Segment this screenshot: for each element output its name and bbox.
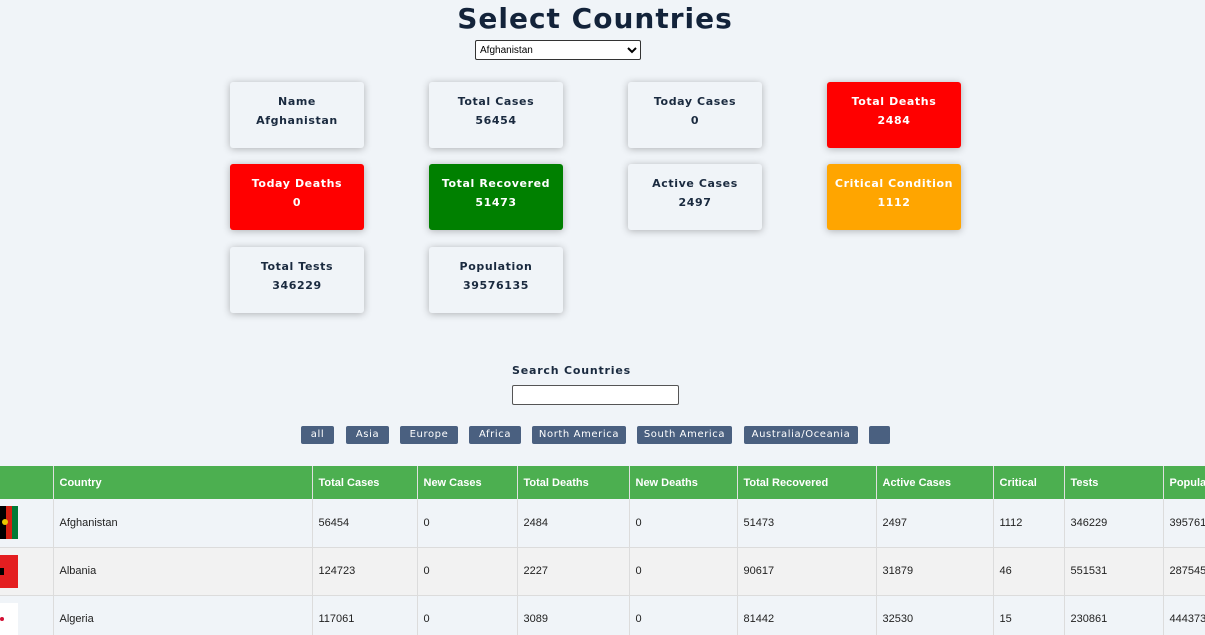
card-value: 2497 — [678, 196, 712, 209]
population-cell: 2875456 — [1163, 547, 1205, 596]
card-label: Critical Condition — [834, 177, 954, 190]
flag-albania-icon — [0, 554, 18, 588]
card-label: Total Recovered — [441, 177, 551, 190]
filter-europe-button[interactable]: Europe — [400, 426, 458, 444]
card-value: 1112 — [877, 196, 911, 209]
critical-cell: 46 — [993, 547, 1065, 596]
page-title: Select Countries — [457, 2, 733, 35]
card-label: Total Cases — [457, 95, 535, 108]
column-header-country[interactable]: Country — [53, 466, 313, 499]
filter-australia-oceania-button[interactable]: Australia/Oceania — [744, 426, 858, 444]
flag-afghanistan-icon — [0, 506, 18, 540]
card-value: 51473 — [475, 196, 517, 209]
countries-table-wrapper: Country Total Cases New Cases Total Deat… — [0, 466, 1205, 635]
filter-south-america-button[interactable]: South America — [637, 426, 732, 444]
name-card: Name Afghanistan — [230, 82, 364, 148]
new-deaths-cell: 0 — [629, 499, 738, 548]
column-header-flag — [0, 466, 54, 499]
total-cases-cell: 117061 — [312, 595, 418, 635]
card-value: 39576135 — [462, 279, 530, 292]
total-cases-card: Total Cases 56454 — [429, 82, 563, 148]
today-deaths-card: Today Deaths 0 — [230, 164, 364, 230]
card-value: Afghanistan — [256, 114, 338, 127]
column-header-total-cases[interactable]: Total Cases — [312, 466, 418, 499]
flag-cell — [0, 547, 54, 596]
total-deaths-cell: 2484 — [517, 499, 630, 548]
total-deaths-cell: 3089 — [517, 595, 630, 635]
card-label: Today Deaths — [251, 177, 343, 190]
country-cell: Afghanistan — [53, 499, 313, 548]
card-value: 56454 — [475, 114, 517, 127]
tests-cell: 551531 — [1064, 547, 1164, 596]
country-cell: Algeria — [53, 595, 313, 635]
card-label: Today Cases — [653, 95, 737, 108]
total-recovered-cell: 51473 — [737, 499, 877, 548]
filter-all-button[interactable]: all — [301, 426, 334, 444]
column-header-new-deaths[interactable]: New Deaths — [629, 466, 738, 499]
table-row[interactable]: Afghanistan 56454 0 2484 0 51473 2497 11… — [0, 499, 1205, 548]
tests-cell: 346229 — [1064, 499, 1164, 548]
population-cell: 39576135 — [1163, 499, 1205, 548]
new-deaths-cell: 0 — [629, 547, 738, 596]
active-cases-cell: 31879 — [876, 547, 994, 596]
card-value: 346229 — [272, 279, 322, 292]
column-header-critical[interactable]: Critical — [993, 466, 1065, 499]
column-header-active-cases[interactable]: Active Cases — [876, 466, 994, 499]
search-input[interactable] — [512, 385, 679, 405]
total-tests-card: Total Tests 346229 — [230, 247, 364, 313]
critical-cell: 1112 — [993, 499, 1065, 548]
countries-table: Country Total Cases New Cases Total Deat… — [0, 466, 1205, 635]
card-value: 0 — [292, 196, 302, 209]
card-label: Population — [459, 260, 533, 273]
today-cases-card: Today Cases 0 — [628, 82, 762, 148]
total-deaths-cell: 2227 — [517, 547, 630, 596]
new-cases-cell: 0 — [417, 547, 518, 596]
card-value: 2484 — [877, 114, 911, 127]
card-label: Active Cases — [652, 177, 738, 190]
total-recovered-card: Total Recovered 51473 — [429, 164, 563, 230]
filter-asia-button[interactable]: Asia — [346, 426, 389, 444]
total-cases-cell: 56454 — [312, 499, 418, 548]
card-label: Total Deaths — [851, 95, 937, 108]
new-deaths-cell: 0 — [629, 595, 738, 635]
column-header-total-recovered[interactable]: Total Recovered — [737, 466, 877, 499]
filter-africa-button[interactable]: Africa — [469, 426, 521, 444]
table-row[interactable]: Algeria 117061 0 3089 0 81442 32530 15 2… — [0, 595, 1205, 635]
population-card: Population 39576135 — [429, 247, 563, 313]
flag-algeria-icon — [0, 602, 18, 635]
column-header-new-cases[interactable]: New Cases — [417, 466, 518, 499]
tests-cell: 230861 — [1064, 595, 1164, 635]
search-label: Search Countries — [512, 364, 631, 377]
total-recovered-cell: 90617 — [737, 547, 877, 596]
critical-cell: 15 — [993, 595, 1065, 635]
card-label: Name — [278, 95, 316, 108]
total-cases-cell: 124723 — [312, 547, 418, 596]
population-cell: 44437320 — [1163, 595, 1205, 635]
flag-cell — [0, 595, 54, 635]
new-cases-cell: 0 — [417, 595, 518, 635]
country-select[interactable]: Afghanistan — [475, 40, 641, 60]
flag-cell — [0, 499, 54, 548]
total-deaths-card: Total Deaths 2484 — [827, 82, 961, 148]
active-cases-cell: 2497 — [876, 499, 994, 548]
card-value: 0 — [690, 114, 700, 127]
filter-north-america-button[interactable]: North America — [532, 426, 626, 444]
column-header-total-deaths[interactable]: Total Deaths — [517, 466, 630, 499]
card-label: Total Tests — [260, 260, 334, 273]
new-cases-cell: 0 — [417, 499, 518, 548]
active-cases-cell: 32530 — [876, 595, 994, 635]
country-cell: Albania — [53, 547, 313, 596]
total-recovered-cell: 81442 — [737, 595, 877, 635]
column-header-tests[interactable]: Tests — [1064, 466, 1164, 499]
table-row[interactable]: Albania 124723 0 2227 0 90617 31879 46 5… — [0, 547, 1205, 596]
filter-unnamed-button[interactable] — [869, 426, 890, 444]
column-header-population[interactable]: Population — [1163, 466, 1205, 499]
critical-condition-card: Critical Condition 1112 — [827, 164, 961, 230]
table-header-row: Country Total Cases New Cases Total Deat… — [0, 466, 1205, 499]
active-cases-card: Active Cases 2497 — [628, 164, 762, 230]
